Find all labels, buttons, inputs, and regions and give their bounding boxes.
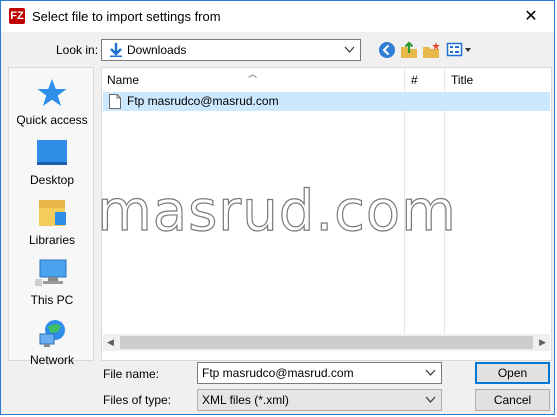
place-network[interactable]: Network [9,318,95,367]
file-name: Ftp masrudco@masrud.com [127,94,279,108]
file-name-label: File name: [103,367,160,381]
scroll-right-icon[interactable]: ▶ [539,337,546,348]
new-folder-icon[interactable] [422,40,442,60]
back-icon[interactable] [377,40,397,60]
list-item[interactable]: Ftp masrudco@masrud.com [103,92,550,111]
column-header-name[interactable]: Name [107,73,139,87]
watermark-text: masrud.com [97,179,457,244]
file-name-value: Ftp masrudco@masrud.com [202,366,354,380]
file-name-field[interactable]: Ftp masrudco@masrud.com [197,362,442,384]
place-this-pc[interactable]: This PC [9,258,95,307]
close-icon: ✕ [524,8,538,25]
place-label: Network [29,353,74,367]
places-bar: Quick access Desktop Libraries This PC N… [8,67,95,367]
sort-ascending-icon: ︿ [248,69,258,79]
downloads-icon [110,43,122,57]
column-header-number[interactable]: # [411,73,418,87]
chevron-down-icon [344,46,355,53]
look-in-value: Downloads [127,43,187,57]
place-label: This PC [30,293,74,307]
place-libraries[interactable]: Libraries [9,198,95,247]
up-folder-icon[interactable] [399,40,419,60]
horizontal-scrollbar[interactable]: ◀ ▶ [103,334,550,351]
place-quick-access[interactable]: Quick access [9,78,95,127]
title-bar: FZ Select file to import settings from ✕ [1,1,554,32]
network-icon [39,320,65,347]
scroll-left-icon[interactable]: ◀ [107,337,114,348]
scrollbar-thumb[interactable] [120,336,533,349]
open-button[interactable]: Open [475,362,550,384]
dialog-window: FZ Select file to import settings from ✕… [0,0,555,415]
column-header-title[interactable]: Title [451,73,473,87]
look-in-label: Look in: [56,43,99,57]
place-desktop[interactable]: Desktop [9,138,95,187]
cancel-button[interactable]: Cancel [475,389,550,411]
place-label: Quick access [16,113,88,127]
computer-icon [35,259,67,286]
chevron-down-icon[interactable] [425,366,436,380]
file-type-value: XML files (*.xml) [202,393,289,407]
look-in-combo[interactable]: Downloads [101,39,361,61]
window-title: Select file to import settings from [32,9,221,24]
place-label: Libraries [28,233,76,247]
libraries-icon [39,200,66,226]
view-menu-icon[interactable] [446,40,474,60]
file-type-select[interactable]: XML files (*.xml) [197,389,442,411]
desktop-icon [37,140,67,165]
filezilla-app-icon: FZ [9,8,25,24]
chevron-down-icon [425,396,436,403]
place-label: Desktop [29,173,75,187]
file-icon [109,94,121,109]
close-button[interactable]: ✕ [508,1,554,32]
file-type-label: Files of type: [103,393,172,407]
star-icon [37,79,67,106]
